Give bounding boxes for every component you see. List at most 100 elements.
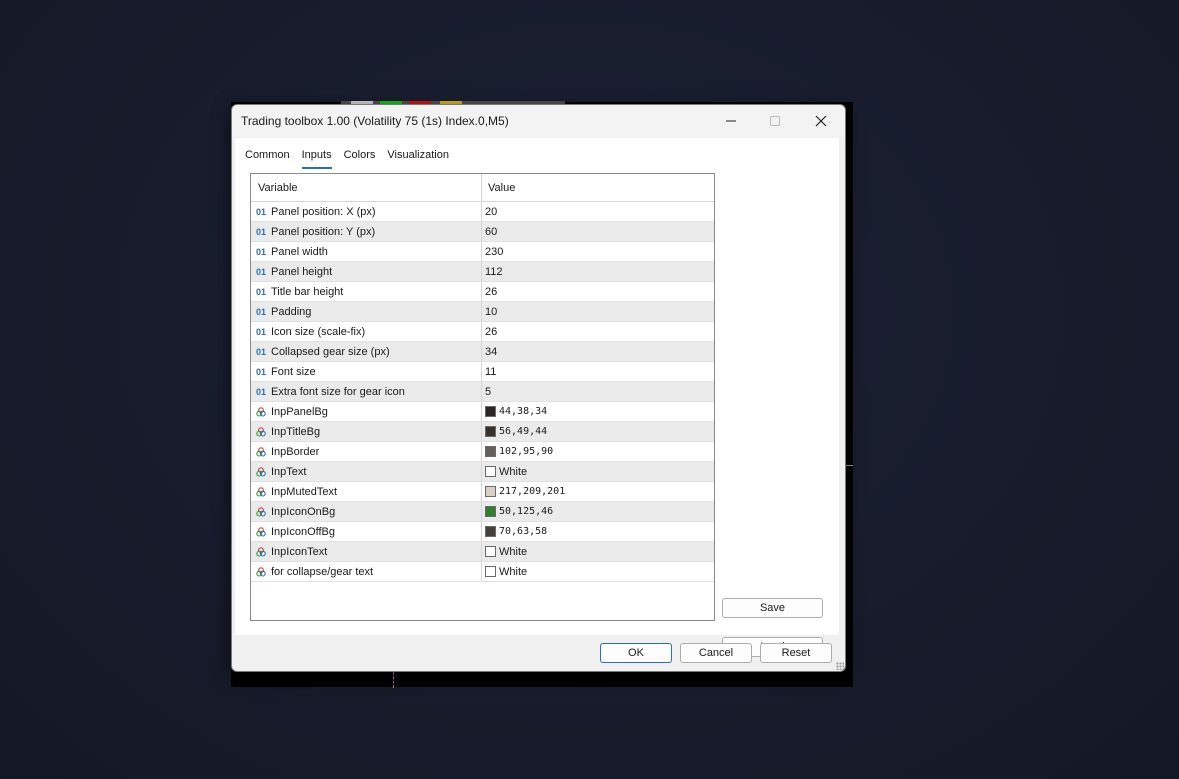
variable-cell: 01 Panel position: Y (px) bbox=[251, 222, 482, 241]
grid-row[interactable]: InpBorder 102,95,90 bbox=[251, 442, 714, 462]
variable-cell: 01 Panel width bbox=[251, 242, 482, 261]
color-type-icon bbox=[256, 506, 271, 517]
save-button[interactable]: Save bbox=[722, 598, 823, 618]
grid-row[interactable]: InpText White bbox=[251, 462, 714, 482]
integer-type-icon: 01 bbox=[256, 206, 267, 217]
variable-cell: InpIconOffBg bbox=[251, 522, 482, 541]
value-cell[interactable]: 44,38,34 bbox=[482, 402, 547, 421]
variable-name: Font size bbox=[271, 365, 316, 378]
grid-row[interactable]: 01 Title bar height 26 bbox=[251, 282, 714, 302]
value-cell[interactable]: 56,49,44 bbox=[482, 422, 547, 441]
close-button[interactable] bbox=[798, 105, 844, 137]
variable-name: Panel width bbox=[271, 245, 328, 258]
value-text: 102,95,90 bbox=[499, 446, 554, 457]
value-cell[interactable]: 102,95,90 bbox=[482, 442, 553, 461]
title-bar[interactable]: Trading toolbox 1.00 (Volatility 75 (1s)… bbox=[232, 105, 845, 137]
value-text: 26 bbox=[485, 285, 498, 298]
reset-button[interactable]: Reset bbox=[760, 643, 832, 663]
grid-row[interactable]: 01 Icon size (scale-fix) 26 bbox=[251, 322, 714, 342]
variable-name: Panel position: Y (px) bbox=[271, 225, 376, 238]
value-cell[interactable]: 11 bbox=[482, 362, 496, 381]
minimize-button[interactable] bbox=[708, 105, 754, 137]
grid-row[interactable]: 01 Collapsed gear size (px) 34 bbox=[251, 342, 714, 362]
grid-row[interactable]: InpPanelBg 44,38,34 bbox=[251, 402, 714, 422]
integer-type-icon: 01 bbox=[256, 386, 267, 397]
value-cell[interactable]: 230 bbox=[482, 242, 503, 261]
tab-inputs[interactable]: Inputs bbox=[301, 145, 332, 169]
variable-cell: InpIconOnBg bbox=[251, 502, 482, 521]
grid-row[interactable]: InpMutedText 217,209,201 bbox=[251, 482, 714, 502]
value-cell[interactable]: 217,209,201 bbox=[482, 482, 565, 501]
tab-colors[interactable]: Colors bbox=[344, 145, 376, 167]
minimize-icon bbox=[726, 120, 736, 122]
variable-name: Panel position: X (px) bbox=[271, 205, 376, 218]
integer-type-icon: 01 bbox=[256, 346, 267, 357]
color-swatch[interactable] bbox=[485, 546, 496, 557]
value-text: 34 bbox=[485, 345, 498, 358]
color-swatch[interactable] bbox=[485, 466, 496, 477]
grid-row[interactable]: 01 Panel position: X (px) 20 bbox=[251, 202, 714, 222]
grid-row[interactable]: InpIconText White bbox=[251, 542, 714, 562]
tab-visualization[interactable]: Visualization bbox=[387, 145, 449, 167]
variable-name: InpBorder bbox=[271, 445, 320, 458]
grid-row[interactable]: 01 Extra font size for gear icon 5 bbox=[251, 382, 714, 402]
value-cell[interactable]: 70,63,58 bbox=[482, 522, 547, 541]
value-cell[interactable]: 34 bbox=[482, 342, 497, 361]
grid-row[interactable]: InpIconOnBg 50,125,46 bbox=[251, 502, 714, 522]
value-cell[interactable]: 26 bbox=[482, 322, 497, 341]
value-cell[interactable]: 112 bbox=[482, 262, 503, 281]
variable-name: InpIconOffBg bbox=[271, 525, 336, 538]
grid-row[interactable]: InpIconOffBg 70,63,58 bbox=[251, 522, 714, 542]
grid-body: 01 Panel position: X (px) 20 01 Panel positi… bbox=[251, 202, 714, 582]
column-header-value[interactable]: Value bbox=[482, 174, 515, 201]
value-cell[interactable]: White bbox=[482, 462, 527, 481]
integer-type-icon: 01 bbox=[256, 266, 267, 277]
color-swatch[interactable] bbox=[485, 506, 496, 517]
tab-bar: Common Inputs Colors Visualization bbox=[245, 145, 461, 169]
value-text: 5 bbox=[485, 385, 492, 398]
color-type-icon bbox=[256, 546, 271, 557]
cancel-button[interactable]: Cancel bbox=[680, 643, 752, 663]
variable-cell: 01 Padding bbox=[251, 302, 482, 321]
value-cell[interactable]: White bbox=[482, 562, 527, 581]
color-swatch[interactable] bbox=[485, 426, 496, 437]
value-cell[interactable]: 60 bbox=[482, 222, 497, 241]
variable-cell: 01 Collapsed gear size (px) bbox=[251, 342, 482, 361]
value-cell[interactable]: White bbox=[482, 542, 527, 561]
value-cell[interactable]: 5 bbox=[482, 382, 491, 401]
grid-header: Variable Value bbox=[251, 174, 714, 202]
variable-name: Extra font size for gear icon bbox=[271, 385, 405, 398]
grid-row[interactable]: 01 Panel height 112 bbox=[251, 262, 714, 282]
grid-row[interactable]: 01 Panel position: Y (px) 60 bbox=[251, 222, 714, 242]
color-swatch[interactable] bbox=[485, 446, 496, 457]
grid-row[interactable]: 01 Padding 10 bbox=[251, 302, 714, 322]
variable-name: InpIconText bbox=[271, 545, 328, 558]
variable-cell: InpText bbox=[251, 462, 482, 481]
value-text: 112 bbox=[485, 265, 503, 278]
grid-row[interactable]: InpTitleBg 56,49,44 bbox=[251, 422, 714, 442]
value-cell[interactable]: 50,125,46 bbox=[482, 502, 553, 521]
column-header-variable[interactable]: Variable bbox=[251, 174, 482, 201]
color-type-icon bbox=[256, 466, 271, 477]
color-type-icon bbox=[256, 446, 271, 457]
resize-grip[interactable] bbox=[836, 662, 844, 670]
value-cell[interactable]: 26 bbox=[482, 282, 497, 301]
variable-name: InpMutedText bbox=[271, 485, 338, 498]
grid-row[interactable]: 01 Panel width 230 bbox=[251, 242, 714, 262]
value-cell[interactable]: 20 bbox=[482, 202, 497, 221]
color-swatch[interactable] bbox=[485, 486, 496, 497]
variable-cell: InpMutedText bbox=[251, 482, 482, 501]
grid-row[interactable]: 01 Font size 11 bbox=[251, 362, 714, 382]
maximize-button[interactable] bbox=[752, 105, 798, 137]
variable-name: InpIconOnBg bbox=[271, 505, 336, 518]
color-swatch[interactable] bbox=[485, 406, 496, 417]
variable-cell: 01 Panel position: X (px) bbox=[251, 202, 482, 221]
variable-name: InpPanelBg bbox=[271, 405, 328, 418]
grid-row[interactable]: for collapse/gear text White bbox=[251, 562, 714, 582]
color-swatch[interactable] bbox=[485, 566, 496, 577]
integer-type-icon: 01 bbox=[256, 286, 267, 297]
color-swatch[interactable] bbox=[485, 526, 496, 537]
ok-button[interactable]: OK bbox=[600, 643, 672, 663]
value-cell[interactable]: 10 bbox=[482, 302, 497, 321]
tab-common[interactable]: Common bbox=[245, 145, 290, 167]
